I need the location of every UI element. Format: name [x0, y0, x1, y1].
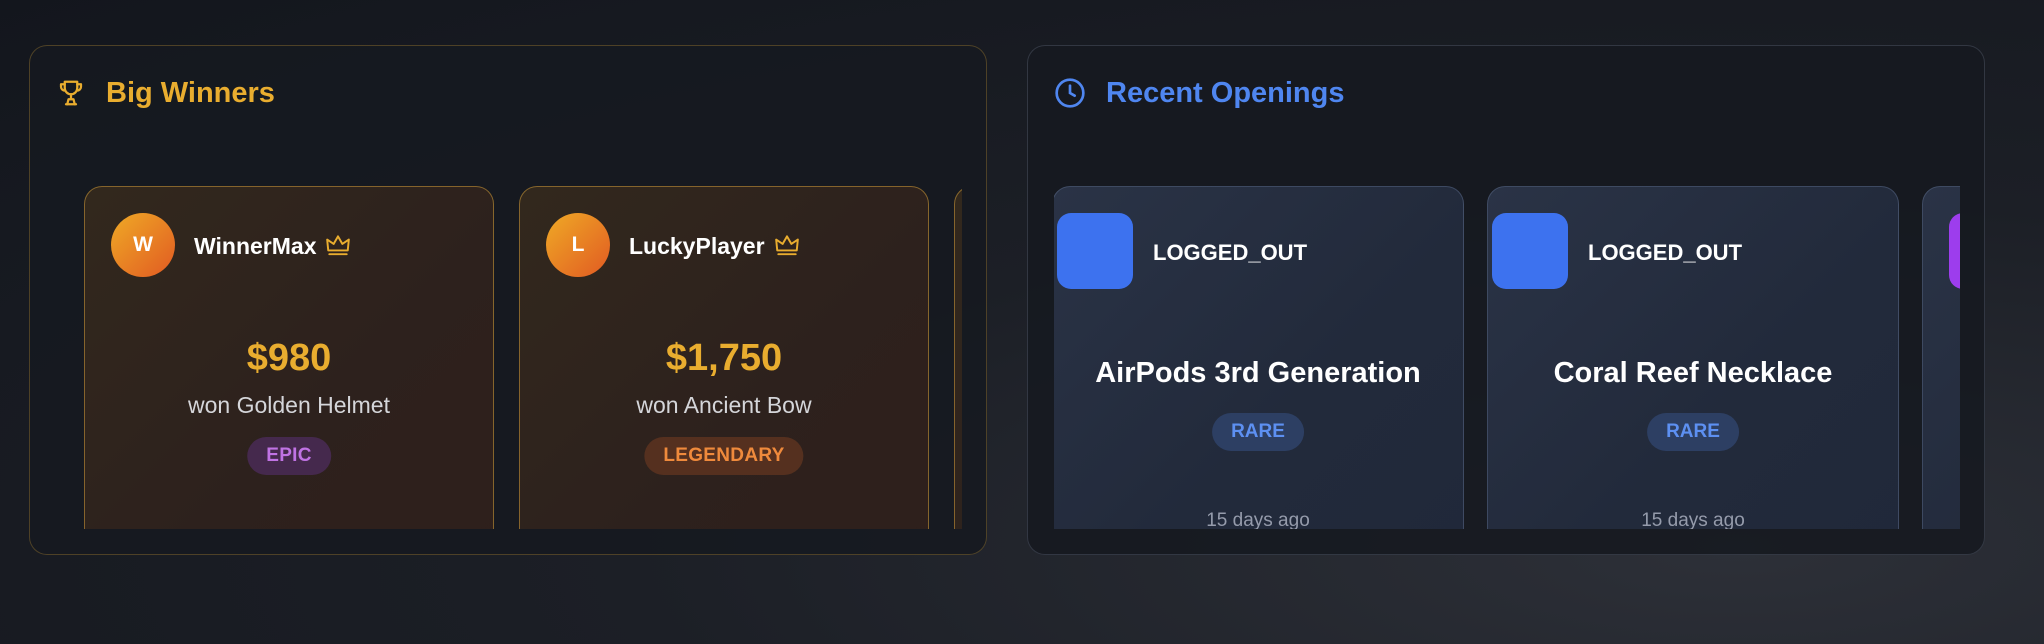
avatar: L [546, 213, 610, 277]
winner-card[interactable]: W WinnerMax $980 won Golden Helmet EPIC [84, 186, 494, 529]
win-amount: $1,750 [665, 337, 783, 379]
opening-card-partial[interactable]: R [1922, 186, 1960, 529]
recent-openings-carousel[interactable]: LOGGED_OUT AirPods 3rd Generation RARE 1… [1054, 141, 1960, 529]
recent-openings-panel: Recent Openings LOGGED_OUT AirPods 3rd G… [1027, 45, 1985, 555]
item-name: Coral Reef Necklace [1553, 357, 1833, 389]
winner-username: LuckyPlayer [629, 233, 765, 259]
avatar: W [111, 213, 175, 277]
big-winners-title: Big Winners [106, 76, 275, 109]
user-status: LOGGED_OUT [1153, 240, 1308, 265]
rarity-badge: RARE [1647, 413, 1739, 451]
winner-card[interactable]: L LuckyPlayer $1,750 won Ancient Bow LEG… [519, 186, 929, 529]
recent-openings-title: Recent Openings [1106, 76, 1345, 109]
big-winners-panel: Big Winners W WinnerMax $980 won Golden … [29, 45, 987, 555]
rarity-badge: EPIC [247, 437, 331, 475]
item-thumbnail [1057, 213, 1133, 289]
opening-card[interactable]: LOGGED_OUT Coral Reef Necklace RARE 15 d… [1487, 186, 1899, 529]
crown-icon [774, 234, 800, 261]
winner-username: WinnerMax [194, 233, 317, 259]
item-thumbnail [1949, 213, 1960, 289]
item-name: AirPods 3rd Generation [1095, 357, 1421, 389]
opened-time: 15 days ago [1206, 510, 1310, 529]
prize-name: won Golden Helmet [188, 392, 390, 418]
clock-icon [1054, 77, 1086, 109]
opening-card[interactable]: LOGGED_OUT AirPods 3rd Generation RARE 1… [1054, 186, 1464, 529]
big-winners-header: Big Winners [56, 76, 275, 110]
rarity-badge: RARE [1212, 413, 1304, 451]
prize-name: won Ancient Bow [636, 392, 812, 418]
winner-card-partial[interactable] [954, 186, 962, 529]
rarity-badge: LEGENDARY [644, 437, 804, 475]
user-status: LOGGED_OUT [1588, 240, 1743, 265]
recent-openings-header: Recent Openings [1054, 76, 1345, 110]
big-winners-carousel[interactable]: W WinnerMax $980 won Golden Helmet EPIC … [56, 141, 962, 529]
win-amount: $980 [246, 337, 332, 379]
crown-icon [325, 234, 351, 261]
item-thumbnail [1492, 213, 1568, 289]
trophy-icon [56, 77, 86, 109]
opened-time: 15 days ago [1641, 510, 1745, 529]
